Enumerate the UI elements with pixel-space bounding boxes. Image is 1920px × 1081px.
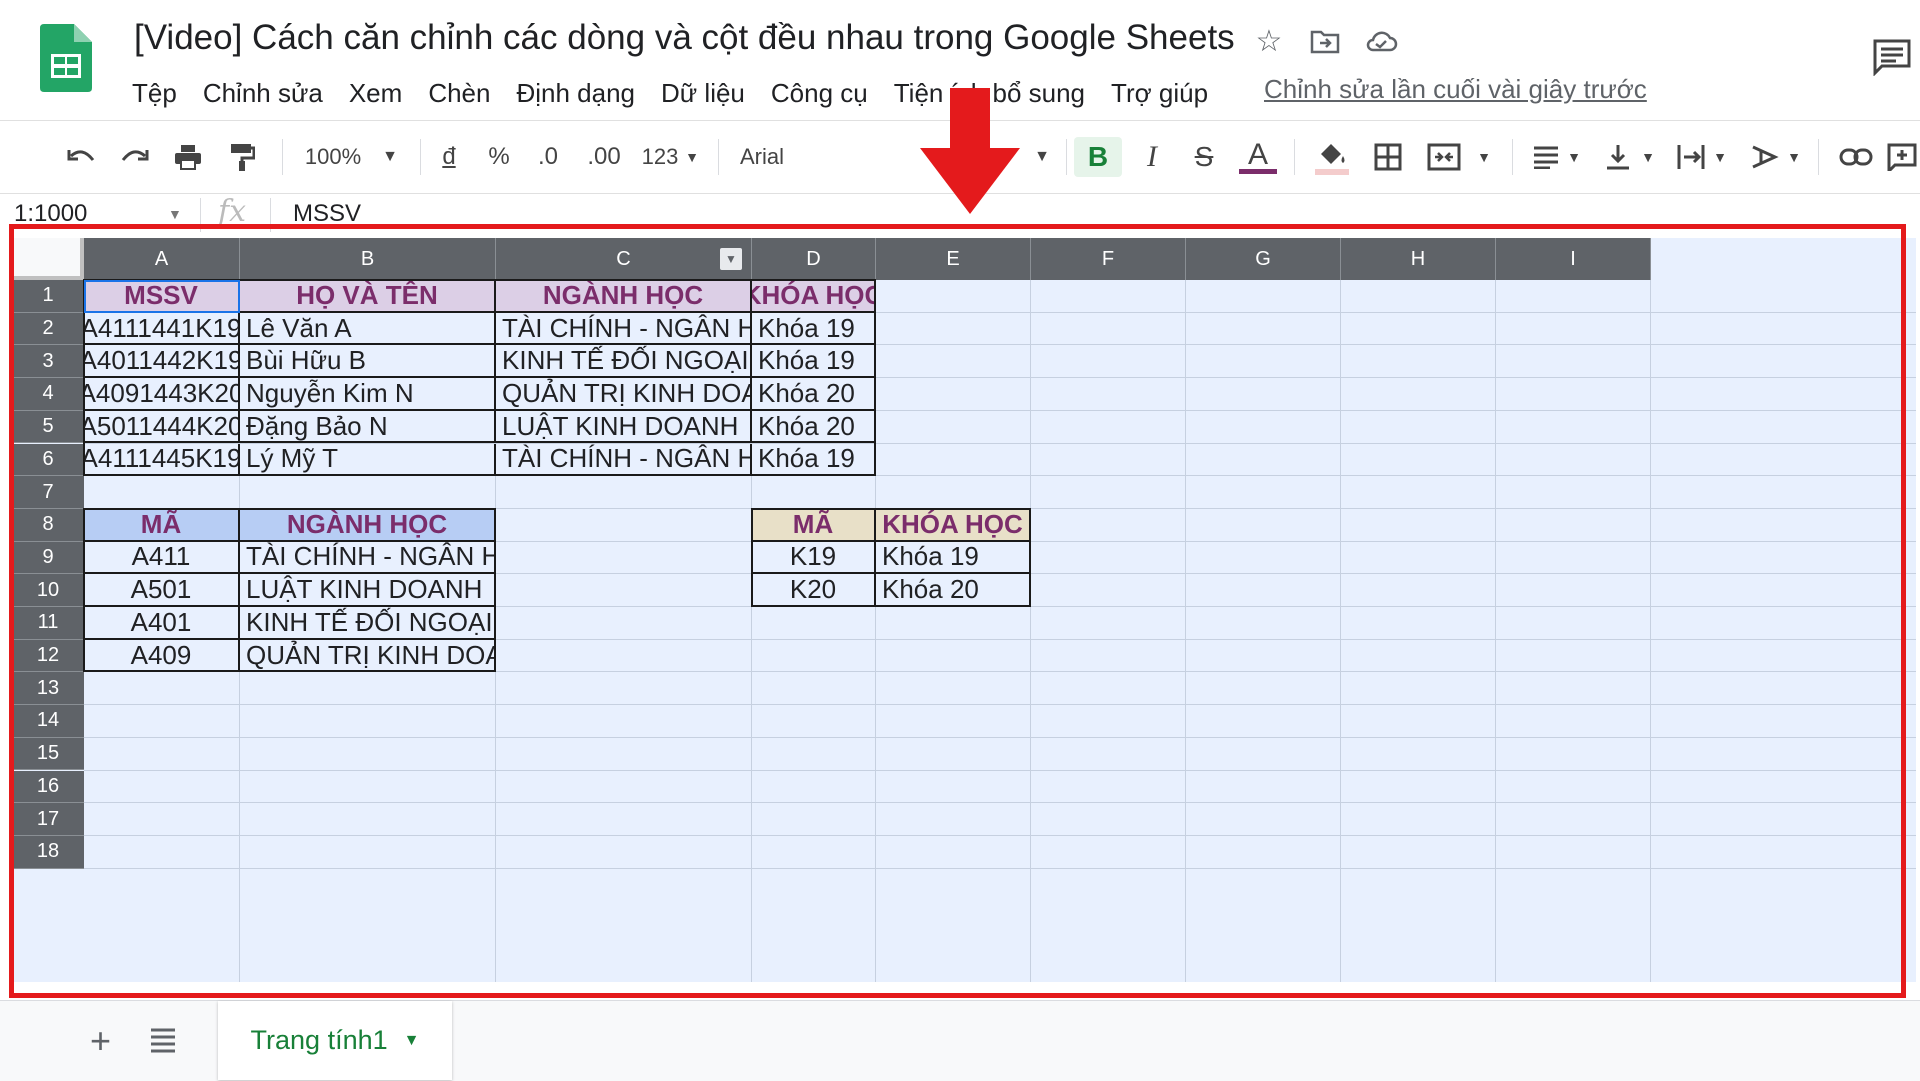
strikethrough-button[interactable]: S	[1186, 137, 1222, 177]
more-formats-button[interactable]: 123	[636, 137, 684, 177]
increase-decimal-button[interactable]: .00	[584, 137, 624, 177]
comment-history-icon[interactable]	[1872, 38, 1912, 76]
undo-icon[interactable]	[64, 137, 100, 177]
text-color-button[interactable]: A	[1236, 137, 1280, 177]
currency-format-button[interactable]: đ	[434, 137, 464, 177]
menu-data[interactable]: Dữ liệu	[661, 78, 745, 109]
text-color-swatch	[1239, 168, 1277, 174]
menu-insert[interactable]: Chèn	[428, 78, 490, 109]
menu-tools[interactable]: Công cụ	[771, 78, 868, 109]
last-edit-link[interactable]: Chỉnh sửa lần cuối vài giây trước	[1264, 74, 1647, 105]
highlight-rectangle	[9, 224, 1906, 998]
zoom-select[interactable]: 100%	[298, 137, 368, 177]
menu-help[interactable]: Trợ giúp	[1111, 78, 1208, 109]
text-color-label: A	[1247, 137, 1268, 171]
chevron-down-icon[interactable]: ▼	[1710, 137, 1730, 177]
percent-format-button[interactable]: %	[484, 137, 514, 177]
name-box-chevron-icon[interactable]: ▼	[168, 206, 182, 222]
menu-file[interactable]: Tệp	[132, 78, 177, 109]
insert-comment-icon[interactable]	[1886, 137, 1918, 177]
menu-edit[interactable]: Chỉnh sửa	[203, 78, 323, 109]
chevron-down-icon[interactable]: ▼	[404, 1032, 420, 1050]
sheet-tab[interactable]: Trang tính1 ▼	[218, 1001, 452, 1080]
fill-color-icon[interactable]	[1310, 137, 1354, 177]
document-title[interactable]: [Video] Cách căn chỉnh các dòng và cột đ…	[134, 18, 1235, 58]
menu-format[interactable]: Định dạng	[516, 78, 635, 109]
move-to-folder-icon[interactable]	[1308, 24, 1342, 58]
font-size-chevron-icon[interactable]: ▼	[1030, 137, 1054, 177]
chevron-down-icon[interactable]: ▼	[682, 137, 702, 177]
print-icon[interactable]	[170, 137, 206, 177]
chevron-down-icon[interactable]: ▼	[378, 137, 402, 177]
cloud-saved-icon[interactable]	[1364, 24, 1398, 58]
font-select[interactable]: Arial	[740, 137, 800, 177]
vertical-align-icon[interactable]	[1602, 137, 1634, 177]
chevron-down-icon[interactable]: ▼	[1564, 137, 1584, 177]
menu-bar: Tệp Chỉnh sửa Xem Chèn Định dạng Dữ liệu…	[132, 72, 1234, 114]
decrease-decimal-button[interactable]: .0	[530, 137, 566, 177]
insert-link-icon[interactable]	[1836, 137, 1876, 177]
menu-view[interactable]: Xem	[349, 78, 402, 109]
red-arrow-icon	[920, 88, 1020, 214]
all-sheets-icon[interactable]	[148, 1024, 178, 1054]
borders-icon[interactable]	[1370, 137, 1406, 177]
horizontal-align-icon[interactable]	[1528, 137, 1564, 177]
sheets-logo-icon[interactable]	[40, 24, 92, 92]
bold-button[interactable]: B	[1074, 137, 1122, 177]
chevron-down-icon[interactable]: ▼	[1638, 137, 1658, 177]
italic-button[interactable]: I	[1134, 137, 1170, 177]
merge-cells-icon[interactable]	[1424, 137, 1464, 177]
text-rotation-icon[interactable]	[1746, 137, 1782, 177]
add-sheet-icon[interactable]: +	[90, 1020, 111, 1062]
chevron-down-icon[interactable]: ▼	[1784, 137, 1804, 177]
paint-format-icon[interactable]	[224, 137, 260, 177]
text-wrapping-icon[interactable]	[1674, 137, 1708, 177]
redo-icon[interactable]	[116, 137, 152, 177]
sheet-tab-label: Trang tính1	[250, 1025, 388, 1055]
chevron-down-icon[interactable]: ▼	[1474, 137, 1494, 177]
star-icon[interactable]: ☆	[1252, 24, 1286, 58]
